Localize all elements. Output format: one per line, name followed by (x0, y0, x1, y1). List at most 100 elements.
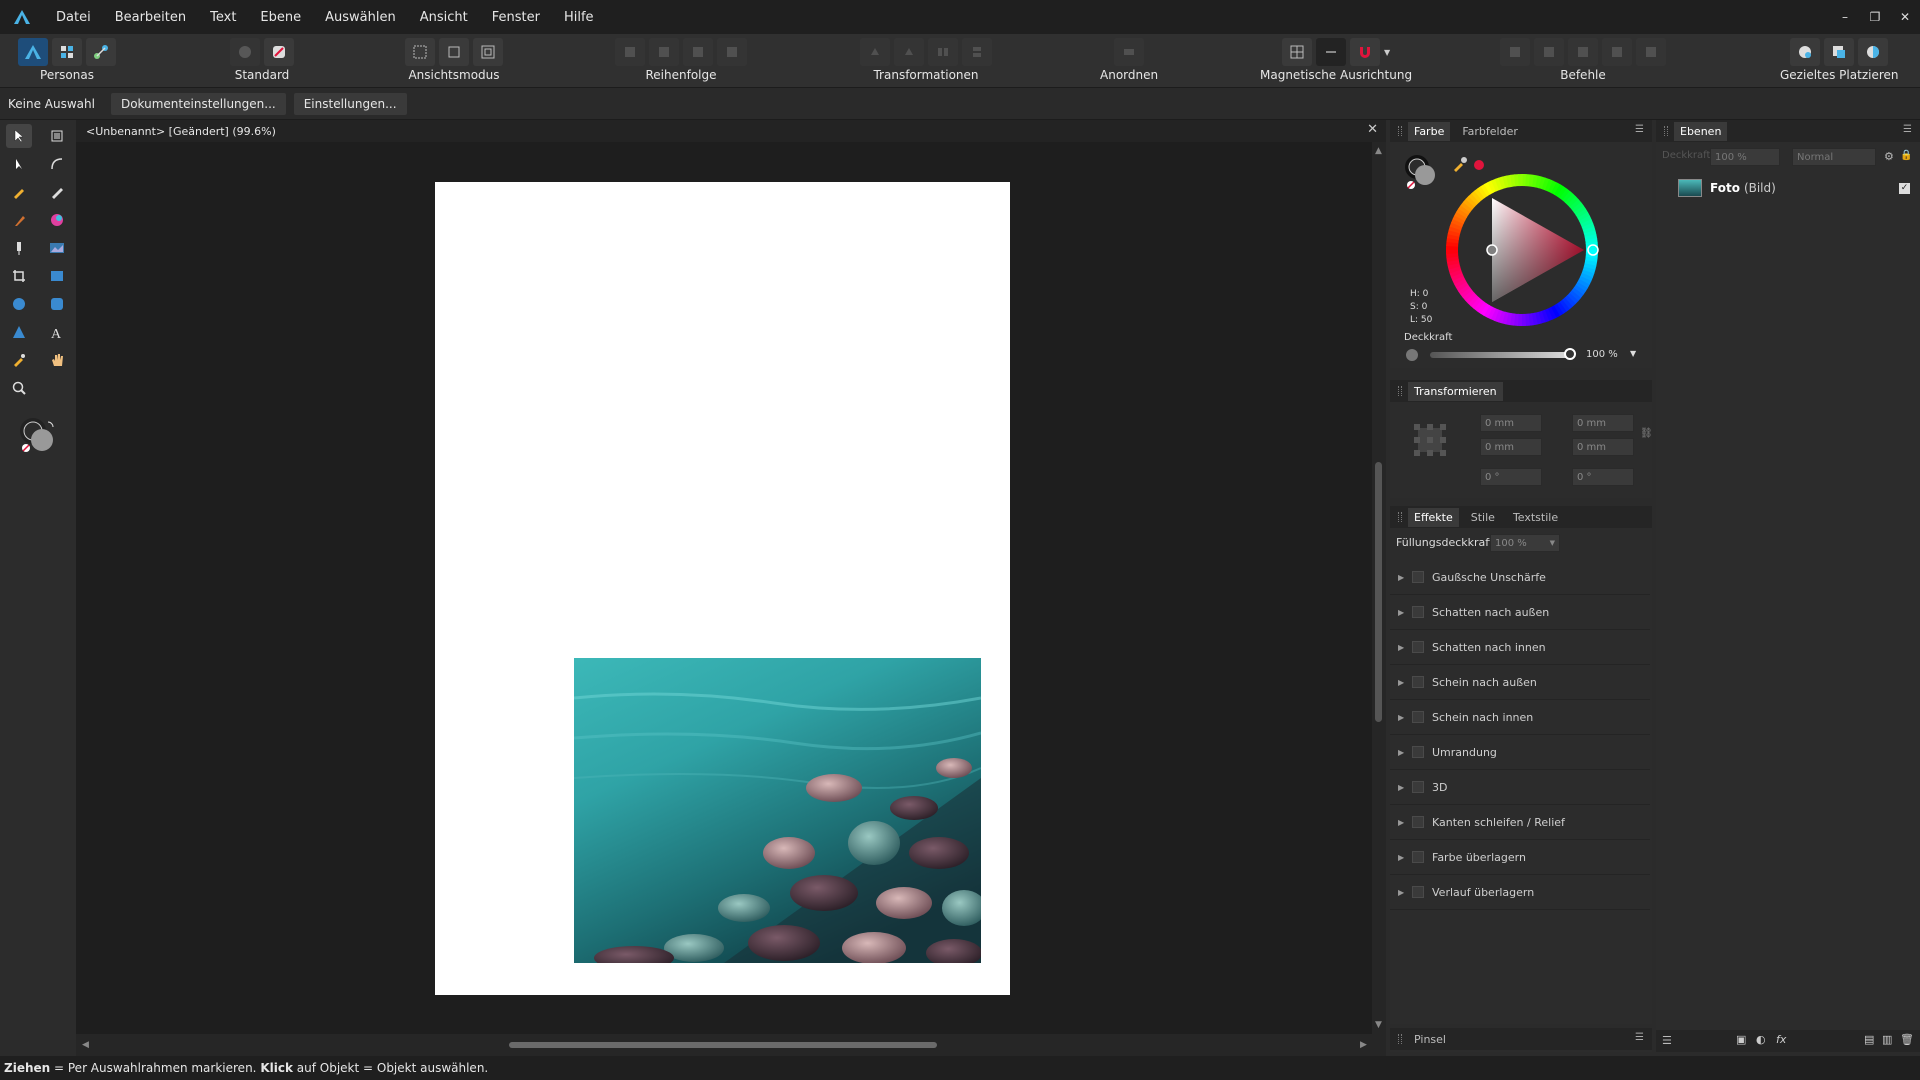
effect-row[interactable]: ▶ Umrandung (1390, 735, 1650, 770)
panel-fill-stroke-icon[interactable] (1404, 154, 1444, 194)
rotate-right-icon[interactable] (894, 38, 924, 66)
insert-behind-icon[interactable] (1790, 38, 1821, 66)
scroll-down-icon[interactable]: ▼ (1375, 1020, 1382, 1030)
zoom-tool-icon[interactable] (6, 376, 32, 400)
boolean-add-icon[interactable] (1500, 38, 1530, 66)
pencil-tool-icon[interactable] (44, 180, 70, 204)
tab-effekte[interactable]: Effekte (1408, 507, 1459, 527)
order-back-icon[interactable] (615, 38, 645, 66)
menu-bearbeiten[interactable]: Bearbeiten (103, 10, 198, 25)
ellipse-tool-icon[interactable] (6, 292, 32, 316)
document-tab[interactable]: <Unbenannt> [Geändert] (99.6%) ✕ (76, 120, 1386, 142)
panel-grip-icon[interactable] (1398, 512, 1402, 522)
magnet-icon[interactable] (1349, 38, 1380, 66)
mask-layer-icon[interactable]: ▣ (1736, 1033, 1746, 1046)
effect-checkbox[interactable] (1412, 746, 1424, 758)
height-field[interactable]: 0 mm (1572, 438, 1634, 456)
tab-farbfelder[interactable]: Farbfelder (1456, 122, 1524, 141)
menu-hilfe[interactable]: Hilfe (552, 10, 606, 25)
opacity-slider-knob[interactable] (1564, 348, 1576, 360)
panel-menu-icon[interactable]: ☰ (1635, 1032, 1644, 1043)
magnet-dropdown-icon[interactable]: ▼ (1384, 48, 1390, 57)
expand-triangle-icon[interactable]: ▶ (1398, 853, 1408, 862)
menu-ebene[interactable]: Ebene (248, 10, 313, 25)
text-tool-icon[interactable]: A (44, 320, 70, 344)
order-forward-icon[interactable] (683, 38, 713, 66)
opacity-slider[interactable] (1430, 348, 1576, 360)
effect-checkbox[interactable] (1412, 571, 1424, 583)
brush-title[interactable]: Pinsel (1408, 1030, 1452, 1049)
effect-checkbox[interactable] (1412, 711, 1424, 723)
panel-grip-icon[interactable] (1664, 126, 1668, 136)
expand-triangle-icon[interactable]: ▶ (1398, 713, 1408, 722)
tab-stile[interactable]: Stile (1465, 508, 1501, 527)
snapping-toggle-icon[interactable] (1315, 38, 1346, 66)
scroll-left-icon[interactable]: ◀ (82, 1040, 89, 1050)
horizontal-scroll-thumb[interactable] (509, 1042, 937, 1048)
corner-tool-icon[interactable] (44, 152, 70, 176)
menu-fenster[interactable]: Fenster (480, 10, 552, 25)
layer-settings-gear-icon[interactable]: ⚙ (1884, 150, 1894, 163)
vertical-scrollbar[interactable]: ▲ ▼ (1372, 142, 1386, 1034)
close-window-button[interactable]: ✕ (1890, 0, 1920, 34)
duplicate-layer-icon[interactable]: ▥ (1882, 1033, 1892, 1046)
effect-checkbox[interactable] (1412, 886, 1424, 898)
panel-menu-icon[interactable]: ☰ (1635, 124, 1644, 135)
color-picker-tool-icon[interactable] (6, 348, 32, 372)
expand-triangle-icon[interactable]: ▶ (1398, 818, 1408, 827)
order-front-icon[interactable] (717, 38, 747, 66)
node-tool-icon[interactable] (6, 152, 32, 176)
document-settings-button[interactable]: Dokumenteinstellungen... (110, 92, 286, 115)
scroll-right-icon[interactable]: ▶ (1360, 1040, 1367, 1050)
crop-tool-icon[interactable] (6, 264, 32, 288)
snapping-icon[interactable] (230, 38, 260, 66)
effect-row[interactable]: ▶ Farbe überlagern (1390, 840, 1650, 875)
y-position-field[interactable]: 0 mm (1480, 438, 1542, 456)
effect-checkbox[interactable] (1412, 816, 1424, 828)
effect-row[interactable]: ▶ Gaußsche Unschärfe (1390, 560, 1650, 595)
opacity-dropdown-icon[interactable]: ▼ (1630, 349, 1636, 358)
link-proportions-icon[interactable]: ⛓ (1640, 428, 1653, 439)
expand-triangle-icon[interactable]: ▶ (1398, 783, 1408, 792)
export-persona-icon[interactable] (86, 38, 116, 66)
snapping-grid-icon[interactable] (1281, 38, 1312, 66)
boolean-subtract-icon[interactable] (1534, 38, 1564, 66)
effect-checkbox[interactable] (1412, 641, 1424, 653)
width-field[interactable]: 0 mm (1572, 414, 1634, 432)
anchor-point-icon[interactable] (1412, 422, 1448, 461)
view-mode-grid-icon[interactable] (405, 38, 435, 66)
layer-row-foto[interactable]: Foto (Bild) ✓ (1656, 172, 1920, 204)
boolean-xor-icon[interactable] (1602, 38, 1632, 66)
panel-grip-icon[interactable] (1398, 1034, 1402, 1044)
rotate-left-icon[interactable] (860, 38, 890, 66)
scroll-up-icon[interactable]: ▲ (1375, 146, 1382, 156)
opacity-reset-icon[interactable] (1406, 349, 1418, 361)
effect-row[interactable]: ▶ Schatten nach außen (1390, 595, 1650, 630)
transparency-tool-icon[interactable] (6, 236, 32, 260)
canvas[interactable] (76, 142, 1372, 1034)
expand-triangle-icon[interactable]: ▶ (1398, 748, 1408, 757)
layers-title[interactable]: Ebenen (1674, 121, 1728, 141)
brush-panel-header[interactable]: Pinsel ☰ (1390, 1028, 1652, 1050)
settings-button[interactable]: Einstellungen... (293, 92, 407, 115)
move-tool-icon[interactable] (6, 124, 32, 148)
layer-opacity-field[interactable]: 100 % (1710, 148, 1780, 166)
shear-field[interactable]: 0 ° (1572, 468, 1634, 486)
vertical-scroll-thumb[interactable] (1375, 462, 1382, 722)
insert-inside-icon[interactable] (1824, 38, 1855, 66)
panel-grip-icon[interactable] (1398, 126, 1402, 136)
effect-row[interactable]: ▶ Schein nach innen (1390, 700, 1650, 735)
menu-datei[interactable]: Datei (44, 10, 103, 25)
restore-button[interactable]: ❐ (1860, 0, 1890, 34)
add-layer-icon[interactable]: ▤ (1864, 1033, 1874, 1046)
close-document-icon[interactable]: ✕ (1367, 122, 1378, 137)
pen-tool-icon[interactable] (6, 180, 32, 204)
fill-opacity-field[interactable]: 100 % ▼ (1490, 534, 1560, 552)
menu-ansicht[interactable]: Ansicht (408, 10, 480, 25)
effect-checkbox[interactable] (1412, 606, 1424, 618)
rounded-rectangle-tool-icon[interactable] (44, 292, 70, 316)
menu-text[interactable]: Text (198, 10, 248, 25)
effect-row[interactable]: ▶ Schatten nach innen (1390, 630, 1650, 665)
transform-title[interactable]: Transformieren (1408, 381, 1503, 401)
adjustment-layer-icon[interactable]: ◐ (1756, 1033, 1766, 1046)
